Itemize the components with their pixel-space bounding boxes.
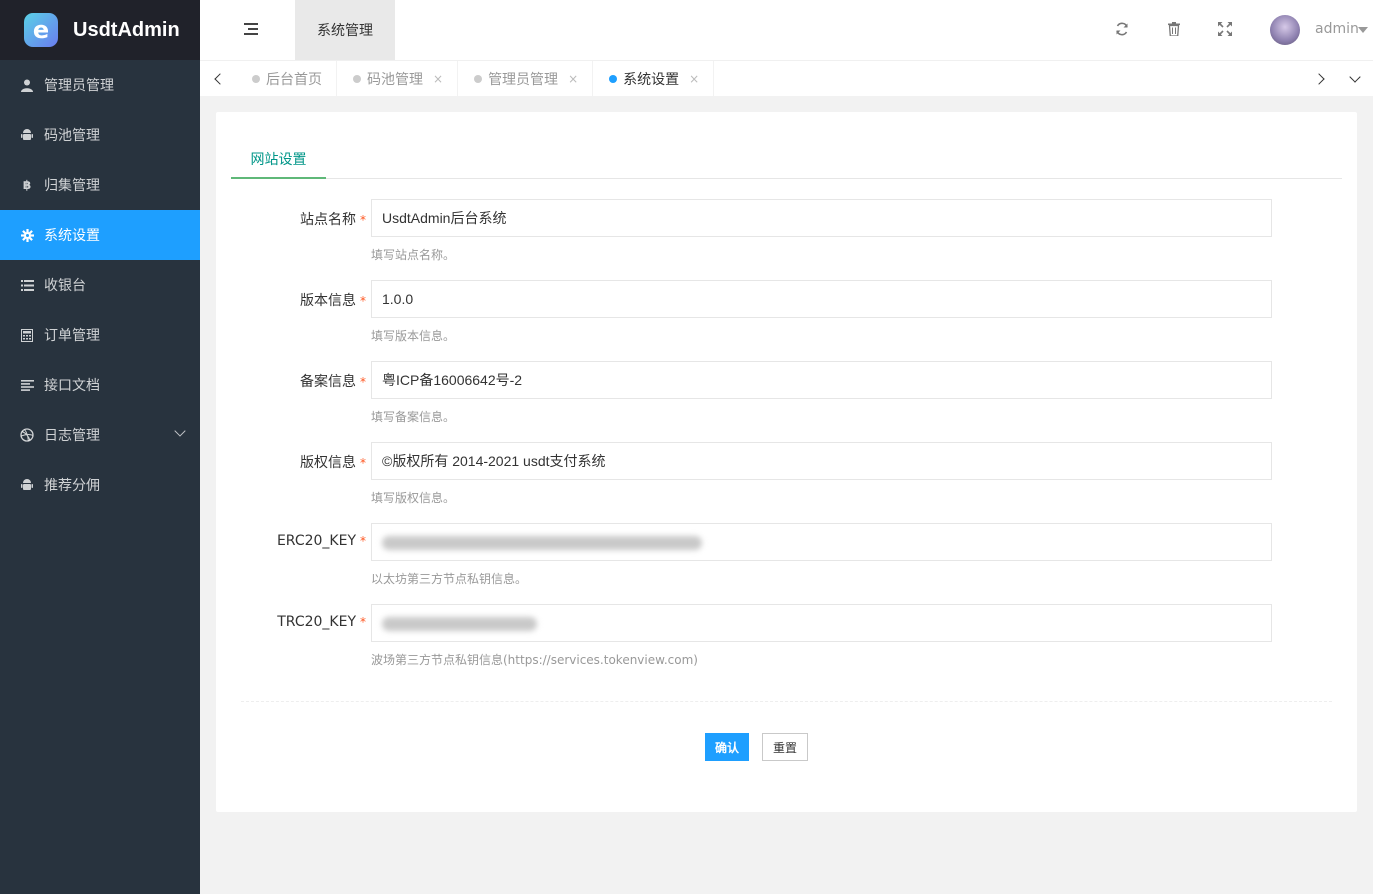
redacted-value [382,617,537,632]
tab-dot [609,75,618,83]
tab-label: 系统设置 [623,72,680,88]
logo[interactable]: e UsdtAdmin [0,0,200,60]
page-tab-system-settings[interactable]: 系统设置 × [593,61,715,97]
tab-label: 码池管理 [367,72,423,88]
sidebar-item-orders[interactable]: 订单管理 [0,310,200,360]
field-label: 备案信息 * [300,374,366,390]
sidebar-item-label: 系统设置 [44,228,100,244]
trash-icon[interactable] [1166,22,1182,38]
tabs-scroll-left-icon[interactable] [200,61,236,97]
dribbble-icon [20,428,34,442]
field-label: 版权信息 * [300,455,366,471]
erc20-key-input[interactable] [371,523,1272,561]
sidebar-item-cashier[interactable]: 收银台 [0,260,200,310]
tab-label: 后台首页 [266,72,322,88]
sidebar-item-admin-management[interactable]: 管理员管理 [0,60,200,110]
calculator-icon [20,328,34,342]
close-icon[interactable]: × [433,72,443,86]
gear-icon [20,228,34,242]
field-tip: 填写版本信息。 [371,329,456,343]
sidebar-item-collection[interactable]: ฿ 归集管理 [0,160,200,210]
form-divider [241,701,1332,702]
confirm-button[interactable]: 确认 [705,733,749,761]
icp-input[interactable]: 粤ICP备16006642号-2 [371,361,1272,399]
sidebar-item-label: 日志管理 [44,428,100,444]
page-tabs-bar: 后台首页 码池管理 × 管理员管理 × 系统设置 × [200,60,1373,97]
trc20-key-input[interactable] [371,604,1272,642]
android-icon [20,128,34,142]
android-icon [20,478,34,492]
top-nav-system-management[interactable]: 系统管理 [295,0,395,60]
tab-dot [353,75,361,83]
field-tip: 填写备案信息。 [371,410,456,424]
close-icon[interactable]: × [568,72,578,86]
page-tab-code-pool[interactable]: 码池管理 × [337,61,459,97]
caret-down-icon[interactable] [1358,27,1368,33]
field-label: 站点名称 * [300,212,366,228]
settings-card: 网站设置 站点名称 * UsdtAdmin后台系统 填写站点名称。 版本信息 * 1… [216,112,1357,812]
tabs-menu-chevron-down-icon[interactable] [1337,61,1373,97]
app-name: UsdtAdmin [73,18,180,41]
avatar[interactable] [1270,15,1300,45]
field-tip: 填写站点名称。 [371,248,456,262]
page-tabs: 后台首页 码池管理 × 管理员管理 × 系统设置 × [236,61,715,97]
refresh-icon[interactable] [1114,22,1130,38]
bitcoin-icon: ฿ [22,178,32,192]
sidebar-item-label: 归集管理 [44,178,100,194]
sidebar-item-label: 管理员管理 [44,78,114,94]
redacted-value [382,536,702,551]
sidebar-item-label: 收银台 [44,278,86,294]
sidebar-item-code-pool[interactable]: 码池管理 [0,110,200,160]
sidebar-item-system-settings[interactable]: 系统设置 [0,210,200,260]
field-tip: 以太坊第三方节点私钥信息。 [371,572,528,586]
list-icon [20,278,34,292]
sidebar-item-logs[interactable]: 日志管理 [0,410,200,460]
tab-dot [252,75,260,83]
fullscreen-icon[interactable] [1217,22,1233,38]
sidebar-toggle-icon[interactable] [244,23,258,37]
field-label: 版本信息 * [300,293,366,309]
sidebar-item-label: 订单管理 [44,328,100,344]
top-header: 系统管理 admin [200,0,1373,60]
logo-mark-icon: e [24,13,58,47]
chevron-down-icon[interactable] [174,425,186,437]
sidebar-item-referral[interactable]: 推荐分佣 [0,460,200,510]
version-input[interactable]: 1.0.0 [371,280,1272,318]
settings-tabs: 网站设置 [231,140,1342,179]
field-tip: 波场第三方节点私钥信息(https://services.tokenview.c… [371,653,698,667]
user-icon [20,78,34,92]
username[interactable]: admin [1315,21,1359,37]
sidebar-item-label: 推荐分佣 [44,478,100,494]
reset-button[interactable]: 重置 [762,733,808,761]
site-name-input[interactable]: UsdtAdmin后台系统 [371,199,1272,237]
tab-website-settings[interactable]: 网站设置 [231,140,326,179]
field-label: ERC20_KEY * [276,533,366,549]
field-label: TRC20_KEY * [277,614,366,630]
field-tip: 填写版权信息。 [371,491,456,505]
sidebar: e UsdtAdmin 管理员管理 码池管理 ฿ 归集管理 系统设置 收银台 订… [0,0,200,894]
page-tab-admin-management[interactable]: 管理员管理 × [458,61,594,97]
tab-label: 管理员管理 [488,72,559,88]
sidebar-item-label: 码池管理 [44,128,100,144]
page-tab-home[interactable]: 后台首页 [236,61,337,97]
sidebar-item-api-docs[interactable]: 接口文档 [0,360,200,410]
tabs-scroll-right-icon[interactable] [1302,61,1338,97]
close-icon[interactable]: × [689,72,699,86]
tab-dot [474,75,483,83]
sidebar-item-label: 接口文档 [44,378,100,394]
align-left-icon [20,378,34,392]
copyright-input[interactable]: ©版权所有 2014-2021 usdt支付系统 [371,442,1272,480]
